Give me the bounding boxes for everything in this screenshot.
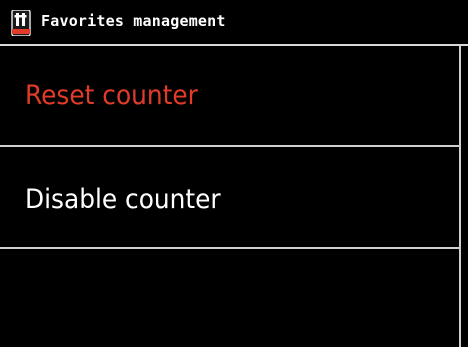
reset-counter-icon — [11, 10, 31, 36]
title-bar: Favorites management — [0, 0, 468, 44]
menu-list: Reset counter Disable counter — [0, 46, 459, 347]
menu-item-disable-counter[interactable]: Disable counter — [0, 148, 459, 249]
menu-item-label: Disable counter — [25, 184, 221, 215]
page-title: Favorites management — [41, 12, 226, 30]
menu-item-reset-counter[interactable]: Reset counter — [0, 46, 459, 147]
menu-item-empty — [0, 250, 459, 347]
scrollbar[interactable] — [459, 46, 461, 347]
menu-item-label: Reset counter — [25, 80, 198, 111]
